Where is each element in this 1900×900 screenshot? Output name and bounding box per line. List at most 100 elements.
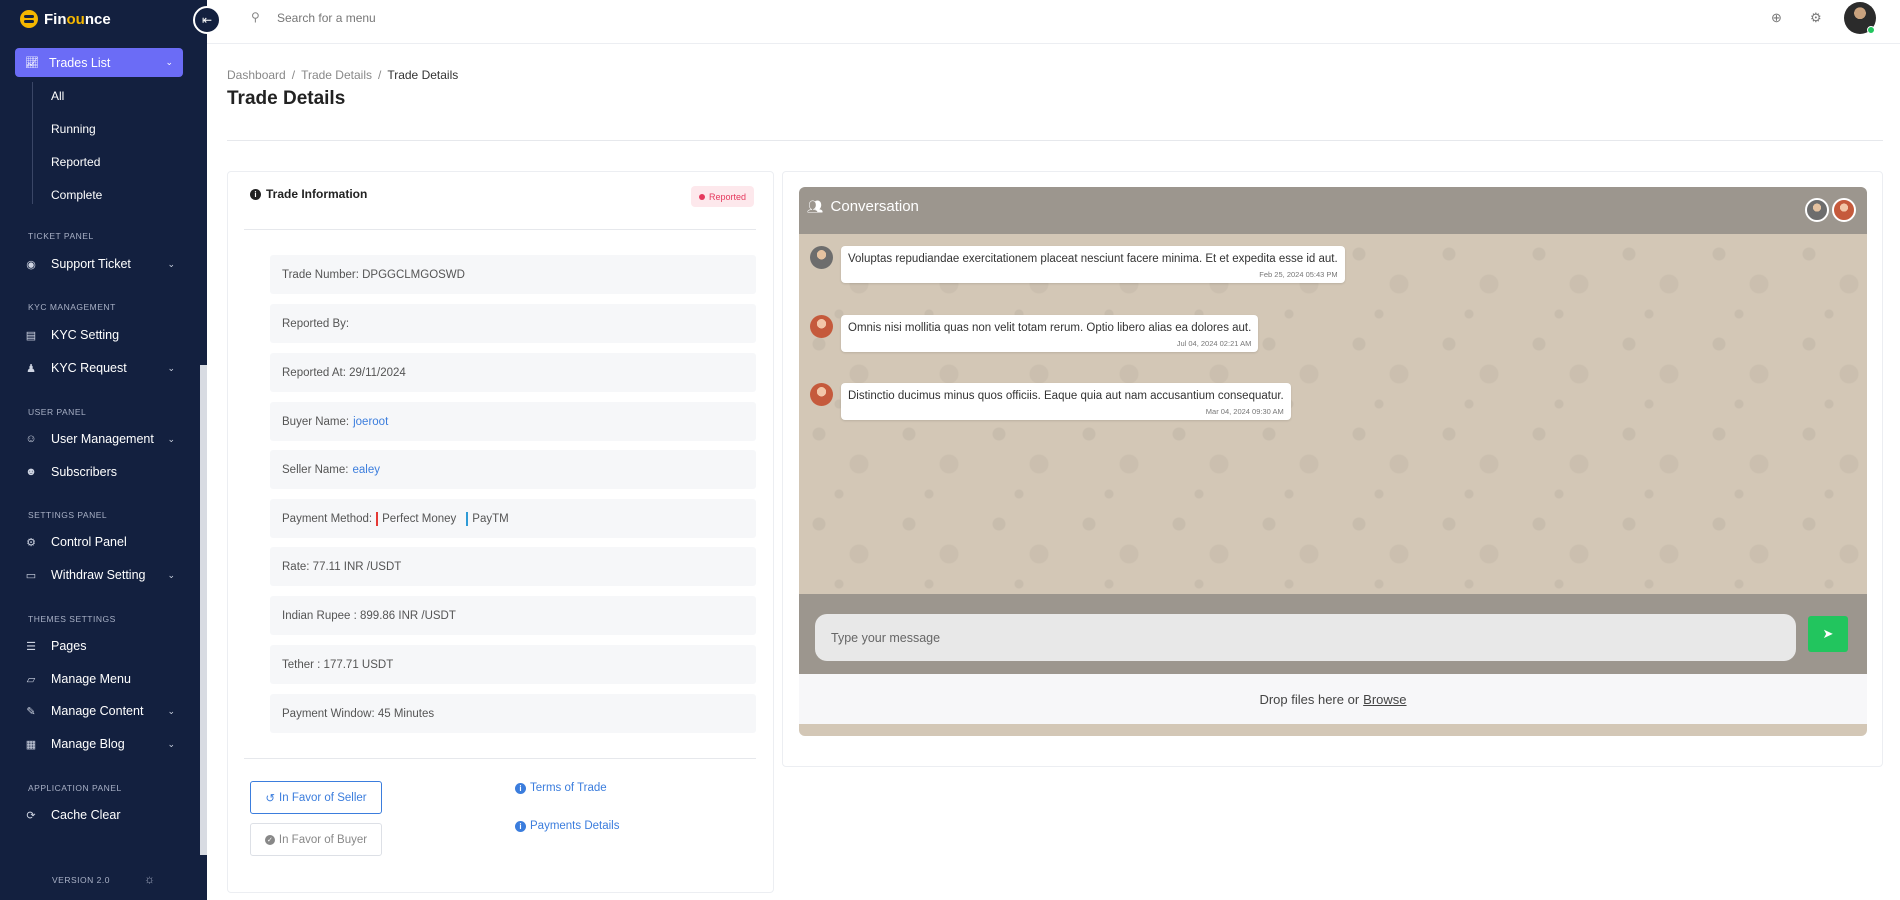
message-bubble: Omnis nisi mollitia quas non velit totam… — [841, 315, 1259, 352]
search-icon: ⚲ — [251, 10, 260, 24]
sidebar-item-label: Trades List — [49, 55, 111, 70]
participant-avatar[interactable] — [1805, 198, 1829, 222]
status-badge: Reported — [691, 186, 755, 207]
users-icon: 👥︎ — [807, 198, 824, 214]
trade-number-row: Trade Number: DPGGCLMGOSWD — [270, 255, 756, 294]
sidebar-item-label: Support Ticket — [51, 257, 131, 271]
online-status-dot — [1867, 26, 1875, 34]
divider — [227, 140, 1883, 141]
logo-icon — [20, 10, 38, 28]
submenu-item-complete[interactable]: Complete — [51, 188, 102, 202]
sidebar-item-label: Control Panel — [51, 535, 127, 549]
send-button[interactable]: ➤ — [1808, 616, 1848, 652]
payment-method-tag: Perfect Money — [376, 511, 456, 526]
buyer-name-row: Buyer Name: joeroot — [270, 402, 756, 441]
version-label: VERSION 2.0 — [52, 875, 110, 885]
info-icon: i — [515, 782, 526, 794]
search-input[interactable] — [277, 8, 577, 28]
sidebar-item-manage-blog[interactable]: ▦ Manage Blog ⌄ — [25, 737, 175, 751]
message-time: Feb 25, 2024 05:43 PM — [1259, 270, 1338, 279]
check-circle-icon: ✓ — [264, 834, 275, 845]
payment-window-row: Payment Window: 45 Minutes — [270, 694, 756, 733]
sidebar-item-label: Withdraw Setting — [51, 568, 146, 582]
sidebar-collapse-button[interactable]: ⇤ — [193, 6, 221, 34]
submenu-item-all[interactable]: All — [51, 89, 64, 103]
sidebar-item-label: Manage Blog — [51, 737, 125, 751]
sun-icon[interactable]: ☼ — [144, 872, 155, 886]
trade-info-title: Trade Information — [266, 187, 368, 201]
gear-icon[interactable]: ⚙ — [1810, 10, 1822, 26]
seller-name-link[interactable]: ealey — [352, 464, 380, 476]
dropzone-text: Drop files here or — [1259, 691, 1360, 707]
sidebar-item-support-ticket[interactable]: ◉ Support Ticket ⌄ — [25, 257, 175, 271]
payments-details-link[interactable]: i Payments Details — [515, 820, 619, 832]
info-icon: i — [250, 188, 261, 200]
indian-rupee: Indian Rupee : 899.86 INR /USDT — [282, 609, 456, 622]
breadcrumb-trade-details[interactable]: Trade Details — [301, 68, 372, 82]
page-title: Trade Details — [227, 88, 346, 109]
reported-by-row: Reported By: — [270, 304, 756, 343]
message-list[interactable]: Voluptas repudiandae exercitationem plac… — [799, 234, 1867, 594]
payment-window: Payment Window: 45 Minutes — [282, 707, 435, 720]
sidebar-item-control-panel[interactable]: ⚙ Control Panel — [25, 535, 175, 549]
sidebar-scrollbar[interactable] — [200, 365, 207, 855]
card-divider — [244, 229, 756, 230]
message-avatar — [810, 315, 833, 338]
sidebar-item-label: Manage Menu — [51, 672, 131, 686]
sidebar-item-trades-list[interactable]: 📈︎ Trades List ⌄ — [15, 48, 183, 77]
breadcrumb-dashboard[interactable]: Dashboard — [227, 68, 286, 82]
indian-rupee-row: Indian Rupee : 899.86 INR /USDT — [270, 596, 756, 635]
sidebar-item-label: Cache Clear — [51, 808, 121, 822]
section-ticket-panel: TICKET PANEL — [28, 231, 94, 241]
gear-icon: ⚙ — [26, 536, 36, 549]
in-favor-of-seller-button[interactable]: ↺ In Favor of Seller — [250, 781, 382, 814]
sidebar-item-label: User Management — [51, 432, 154, 446]
folder-icon: ▭ — [25, 569, 37, 582]
sidebar-item-manage-content[interactable]: ✎ Manage Content ⌄ — [25, 704, 175, 718]
buyer-label: Buyer Name: — [282, 415, 350, 428]
message-time: Jul 04, 2024 02:21 AM — [1176, 339, 1252, 348]
list-icon: ☰ — [26, 640, 36, 653]
sidebar-item-manage-menu[interactable]: ▱ Manage Menu — [25, 672, 175, 686]
globe-icon[interactable]: ⊕ — [1771, 10, 1782, 26]
sidebar-item-subscribers[interactable]: ☻ Subscribers — [25, 465, 175, 479]
sidebar-item-pages[interactable]: ☰ Pages — [25, 639, 175, 653]
blog-icon: ▦ — [25, 738, 37, 751]
sidebar-item-withdraw-setting[interactable]: ▭ Withdraw Setting ⌄ — [25, 568, 175, 582]
participant-avatar[interactable] — [1832, 198, 1856, 222]
group-icon: ☻ — [25, 466, 37, 478]
message-time: Mar 04, 2024 09:30 AM — [1205, 407, 1284, 416]
breadcrumb: Dashboard / Trade Details / Trade Details — [227, 68, 459, 82]
section-application-panel: APPLICATION PANEL — [28, 783, 122, 793]
rate-row: Rate: 77.11 INR /USDT — [270, 547, 756, 586]
payment-label: Payment Method: — [282, 512, 373, 525]
payment-method-row: Payment Method: Perfect Money PayTM — [270, 499, 756, 538]
sidebar-item-user-management[interactable]: ☺ User Management ⌄ — [25, 432, 175, 446]
browse-link[interactable]: Browse — [1363, 692, 1406, 707]
message-composer: ➤ — [799, 594, 1867, 674]
trade-info-header: i Trade Information — [250, 187, 367, 201]
message-input[interactable] — [815, 614, 1796, 661]
sidebar-item-kyc-setting[interactable]: ▤ KYC Setting — [25, 328, 175, 342]
brand-logo[interactable]: Finounce — [20, 9, 111, 29]
tether: Tether : 177.71 USDT — [282, 658, 394, 671]
section-settings-panel: SETTINGS PANEL — [28, 510, 108, 520]
card-divider — [244, 758, 756, 759]
buyer-name-link[interactable]: joeroot — [353, 416, 388, 428]
in-favor-of-buyer-button[interactable]: ✓ In Favor of Buyer — [250, 823, 382, 856]
submenu-item-running[interactable]: Running — [51, 122, 96, 136]
user-request-icon: ♟ — [26, 362, 36, 375]
chevron-down-icon: ⌄ — [167, 705, 175, 716]
message-bubble: Voluptas repudiandae exercitationem plac… — [841, 246, 1345, 283]
sidebar-item-kyc-request[interactable]: ♟ KYC Request ⌄ — [25, 361, 175, 375]
reported-by: Reported By: — [282, 317, 350, 330]
payment-color-bar — [376, 511, 379, 526]
collapse-icon: ⇤ — [201, 13, 213, 27]
chevron-down-icon: ⌄ — [167, 362, 175, 373]
message-avatar — [810, 383, 833, 406]
submenu-item-reported[interactable]: Reported — [51, 155, 100, 169]
info-icon: i — [515, 820, 526, 832]
terms-of-trade-link[interactable]: i Terms of Trade — [515, 782, 607, 794]
file-dropzone[interactable]: Drop files here or Browse — [799, 674, 1867, 736]
sidebar-item-cache-clear[interactable]: ⟳ Cache Clear — [25, 808, 175, 822]
